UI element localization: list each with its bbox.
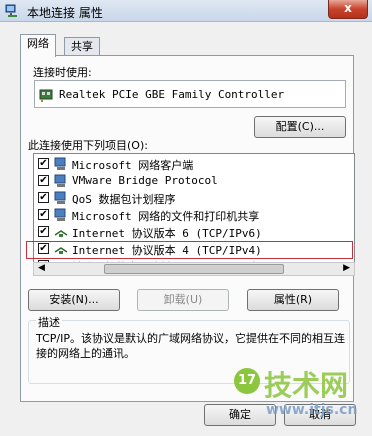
- uninstall-button[interactable]: 卸载(U): [137, 289, 229, 311]
- item-label: QoS 数据包计划程序: [72, 193, 176, 206]
- watermark: 17 技术网 www.itjs.cn: [234, 368, 364, 428]
- bridge-protocol-icon: [54, 174, 66, 187]
- title-bar: 本地连接 属性 x: [0, 0, 372, 22]
- configure-button[interactable]: 配置(C)...: [254, 116, 346, 138]
- list-item[interactable]: ✔ VMware Bridge Protocol: [34, 173, 354, 189]
- checkbox[interactable]: ✔: [38, 158, 49, 169]
- description-text: TCP/IP。该协议是默认的广域网络协议，它提供在不同的相互连接的网络上的通讯。: [36, 332, 345, 360]
- checkbox[interactable]: ✔: [38, 175, 49, 186]
- close-button[interactable]: x: [328, 0, 368, 19]
- checkbox[interactable]: ✔: [38, 226, 49, 237]
- item-label: Microsoft 网络的文件和打印机共享: [72, 210, 260, 223]
- adapter-name: Realtek PCIe GBE Family Controller: [59, 88, 285, 101]
- items-label: 此连接使用下列项目(O):: [28, 139, 148, 152]
- watermark-url: www.itjs.cn: [266, 402, 358, 418]
- window-title: 本地连接 属性: [27, 6, 103, 20]
- file-printer-sharing-icon: [54, 208, 66, 221]
- checkbox[interactable]: ✔: [38, 192, 49, 203]
- checkbox[interactable]: ✔: [38, 209, 49, 220]
- tab-sharing[interactable]: 共享: [64, 37, 100, 57]
- properties-button[interactable]: 属性(R): [247, 289, 339, 311]
- list-item[interactable]: ✔ QoS 数据包计划程序: [34, 190, 354, 206]
- horizontal-scrollbar[interactable]: ◀ ▶: [33, 262, 355, 276]
- item-label: VMware Bridge Protocol: [72, 174, 218, 187]
- network-client-icon: [54, 157, 66, 170]
- adapter-box: Realtek PCIe GBE Family Controller: [34, 80, 346, 108]
- watermark-badge: 17: [234, 368, 260, 394]
- install-button[interactable]: 安装(N)...: [28, 289, 120, 311]
- network-adapter-icon: [39, 89, 53, 102]
- list-item[interactable]: ✔ Microsoft 网络的文件和打印机共享: [34, 207, 354, 223]
- item-label: Microsoft 网络客户端: [72, 159, 194, 172]
- list-item[interactable]: ✔ Internet 协议版本 6 (TCP/IPv6): [34, 224, 354, 240]
- list-item[interactable]: ✔ Microsoft 网络客户端: [34, 156, 354, 172]
- description-label: 描述: [36, 314, 62, 330]
- scroll-thumb[interactable]: [104, 264, 284, 274]
- protocol-icon: [54, 230, 68, 237]
- tab-network[interactable]: 网络: [20, 34, 56, 57]
- scroll-right-arrow-icon[interactable]: ▶: [343, 263, 350, 273]
- watermark-text: 技术网: [264, 369, 349, 402]
- connect-using-label: 连接时使用:: [33, 66, 92, 79]
- highlight-annotation: [26, 241, 353, 259]
- scroll-left-arrow-icon[interactable]: ◀: [38, 263, 45, 273]
- qos-scheduler-icon: [54, 191, 66, 204]
- network-connection-icon: [5, 4, 17, 17]
- item-label: Internet 协议版本 6 (TCP/IPv6): [72, 227, 262, 240]
